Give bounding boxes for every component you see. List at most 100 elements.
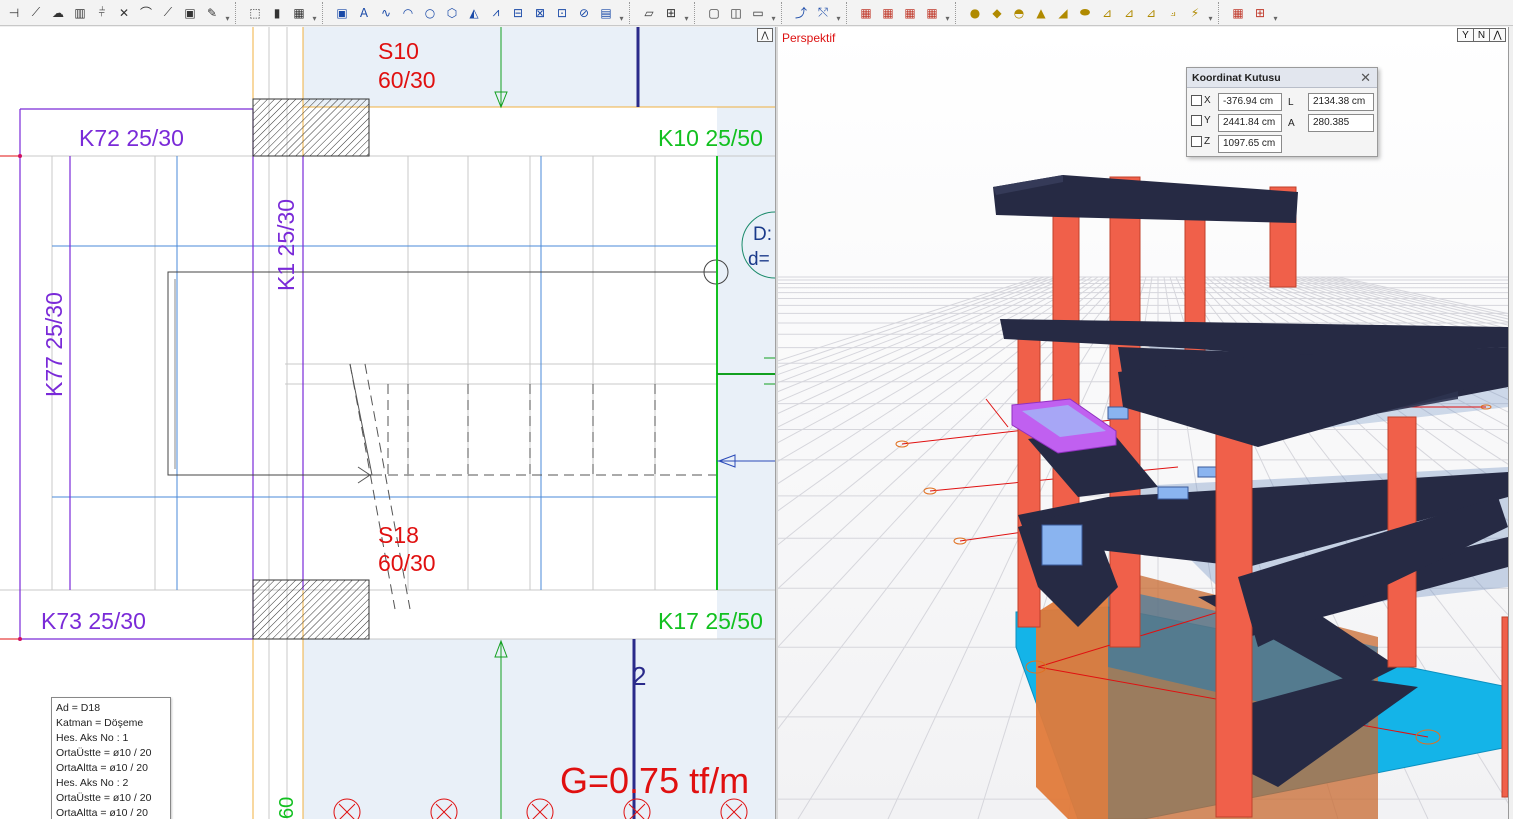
toolbar-tool-icon[interactable]: ▦ xyxy=(878,3,898,23)
l-value-field[interactable]: 2134.38 cm xyxy=(1308,93,1374,111)
toolbar-group: ⤴ ⤲ ▾ xyxy=(787,1,843,25)
column-s18[interactable] xyxy=(252,579,370,640)
toolbar-group: ▣ A ∿ ◠ ○ ⬡ ◭ ⩘ ⊟ ⊠ ⊡ ⊘ ▤ ▾ xyxy=(328,1,626,25)
x-value-field[interactable]: -376.94 cm xyxy=(1218,93,1282,111)
toolbar-tool-icon[interactable]: ▦ xyxy=(1228,3,1248,23)
toolbar-tool-icon[interactable]: ⊞ xyxy=(1250,3,1270,23)
perspective-3d-model[interactable] xyxy=(778,27,1508,819)
toolbar-tool-icon[interactable]: ⬚ xyxy=(245,3,265,23)
toolbar-tool-icon[interactable]: ▣ xyxy=(180,3,200,23)
toolbar-tool-icon[interactable]: ∿ xyxy=(376,3,396,23)
toolbar-tool-icon[interactable]: ⟋ xyxy=(26,3,46,23)
toolbar-overflow-icon[interactable]: ▾ xyxy=(1271,3,1280,23)
x-lock-checkbox[interactable] xyxy=(1191,95,1202,106)
toolbar-tool-icon[interactable]: ⌒ xyxy=(136,3,156,23)
label-bottom-partial: 60 xyxy=(276,797,298,819)
toolbar-overflow-icon[interactable]: ▾ xyxy=(943,3,952,23)
toolbar-overflow-icon[interactable]: ▾ xyxy=(1206,3,1215,23)
toolbar-tool-icon[interactable]: ⚡ xyxy=(1185,3,1205,23)
toolbar-tool-icon[interactable]: ⊡ xyxy=(552,3,572,23)
scroll-up-button[interactable]: ⋀ xyxy=(757,28,773,42)
toolbar-overflow-icon[interactable]: ▾ xyxy=(769,3,778,23)
toolbar-tool-icon[interactable]: ⟋ xyxy=(158,3,178,23)
toolbar-overflow-icon[interactable]: ▾ xyxy=(834,3,843,23)
toolbar-tool-icon[interactable]: ◢ xyxy=(1053,3,1073,23)
toolbar-tool-icon[interactable]: ⊘ xyxy=(574,3,594,23)
toolbar-tool-icon[interactable]: ⟓ xyxy=(1163,3,1183,23)
label-s18-name: S18 xyxy=(378,522,419,548)
toolbar-tool-icon[interactable]: ▦ xyxy=(856,3,876,23)
a-value-field[interactable]: 280.385 xyxy=(1308,114,1374,132)
toolbar-tool-icon[interactable]: ⊿ xyxy=(1119,3,1139,23)
label-s10-name: S10 xyxy=(378,38,419,64)
z-value-field[interactable]: 1097.65 cm xyxy=(1218,135,1282,153)
toolbar-group: ● ◆ ◓ ▲ ◢ ⬬ ⊿ ⊿ ⊿ ⟓ ⚡ ▾ xyxy=(961,1,1215,25)
view-n-button[interactable]: N xyxy=(1473,28,1490,42)
toolbar-group: ▦ ▦ ▦ ▦ ▾ xyxy=(852,1,952,25)
toolbar-tool-icon[interactable]: ⊿ xyxy=(1097,3,1117,23)
toolbar-tool-icon[interactable]: ⏥ xyxy=(639,3,659,23)
toolbar-tool-icon[interactable]: ☁ xyxy=(48,3,68,23)
toolbar-overflow-icon[interactable]: ▾ xyxy=(223,3,232,23)
toolbar-tool-icon[interactable]: ⊠ xyxy=(530,3,550,23)
label-k72: K72 25/30 xyxy=(79,125,184,151)
toolbar-tool-icon[interactable]: ◭ xyxy=(464,3,484,23)
toolbar-tool-icon[interactable]: ⬡ xyxy=(442,3,462,23)
toolbar-tool-icon[interactable]: ▢ xyxy=(704,3,724,23)
toolbar-tool-icon[interactable]: ⤴ xyxy=(791,3,811,23)
y-lock-checkbox[interactable] xyxy=(1191,115,1202,126)
right-border xyxy=(1508,27,1513,819)
toolbar-tool-icon[interactable]: ⊣ xyxy=(4,3,24,23)
toolbar-tool-icon[interactable]: ⊿ xyxy=(1141,3,1161,23)
toolbar-tool-icon[interactable]: ⤲ xyxy=(813,3,833,23)
toolbar-overflow-icon[interactable]: ▾ xyxy=(682,3,691,23)
property-line: OrtaAltta = ø10 / 20 xyxy=(56,762,148,774)
a-label: A xyxy=(1288,118,1295,129)
toolbar-group: ▢ ◫ ▭ ▾ xyxy=(700,1,778,25)
plan-view[interactable]: S10 60/30 S18 60/30 K72 25/30 K73 25/30 … xyxy=(0,27,775,819)
toolbar-tool-icon[interactable]: ⫩ xyxy=(92,3,112,23)
toolbar-tool-icon[interactable]: ◠ xyxy=(398,3,418,23)
property-line: OrtaAltta = ø10 / 20 xyxy=(56,807,148,819)
toolbar-tool-icon[interactable]: ▦ xyxy=(900,3,920,23)
toolbar-tool-icon[interactable]: ● xyxy=(965,3,985,23)
toolbar-tool-icon[interactable]: ✎ xyxy=(202,3,222,23)
close-icon[interactable]: ✕ xyxy=(1360,70,1371,86)
view-y-button[interactable]: Y xyxy=(1457,28,1474,42)
toolbar-tool-icon[interactable]: ▤ xyxy=(596,3,616,23)
toolbar-tool-icon[interactable]: ▲ xyxy=(1031,3,1051,23)
label-slab-d: d= xyxy=(748,249,770,270)
l-label: L xyxy=(1288,97,1294,108)
toolbar-tool-icon[interactable]: ○ xyxy=(420,3,440,23)
toolbar-tool-icon[interactable]: ▦ xyxy=(922,3,942,23)
toolbar-tool-icon[interactable]: ▮ xyxy=(267,3,287,23)
properties-tooltip: Ad = D18 Katman = Döşeme Hes. Aks No : 1 Or… xyxy=(51,697,171,819)
toolbar-tool-icon[interactable]: ✕ xyxy=(114,3,134,23)
toolbar-tool-icon[interactable]: ⩘ xyxy=(486,3,506,23)
perspective-view[interactable]: Perspektif Y N ⋀ Koordinat Kutusu ✕ X -3… xyxy=(778,27,1508,819)
toolbar-tool-icon[interactable]: A xyxy=(354,3,374,23)
toolbar-tool-icon[interactable]: ◓ xyxy=(1009,3,1029,23)
toolbar-tool-icon[interactable]: ▦ xyxy=(289,3,309,23)
label-load: G=0.75 tf/m xyxy=(560,760,749,801)
y-value-field[interactable]: 2441.84 cm xyxy=(1218,114,1282,132)
column-s10[interactable] xyxy=(252,98,370,157)
toolbar-tool-icon[interactable]: ◫ xyxy=(726,3,746,23)
toolbar-tool-icon[interactable]: ▣ xyxy=(332,3,352,23)
toolbar-group: ⬚ ▮ ▦ ▾ xyxy=(241,1,319,25)
view-up-button[interactable]: ⋀ xyxy=(1489,28,1506,42)
toolbar-tool-icon[interactable]: ⬬ xyxy=(1075,3,1095,23)
toolbar-tool-icon[interactable]: ▥ xyxy=(70,3,90,23)
property-line: Ad = D18 xyxy=(56,702,101,714)
toolbar-tool-icon[interactable]: ⊞ xyxy=(661,3,681,23)
label-s10-size: 60/30 xyxy=(378,67,436,93)
z-lock-checkbox[interactable] xyxy=(1191,136,1202,147)
label-slab-name: D: xyxy=(753,224,772,245)
toolbar-tool-icon[interactable]: ◆ xyxy=(987,3,1007,23)
toolbar-group: ⊣ ⟋ ☁ ▥ ⫩ ✕ ⌒ ⟋ ▣ ✎ ▾ xyxy=(0,1,232,25)
toolbar-tool-icon[interactable]: ▭ xyxy=(748,3,768,23)
property-line: OrtaÜstte = ø10 / 20 xyxy=(56,792,152,804)
toolbar-overflow-icon[interactable]: ▾ xyxy=(617,3,626,23)
toolbar-overflow-icon[interactable]: ▾ xyxy=(310,3,319,23)
toolbar-tool-icon[interactable]: ⊟ xyxy=(508,3,528,23)
